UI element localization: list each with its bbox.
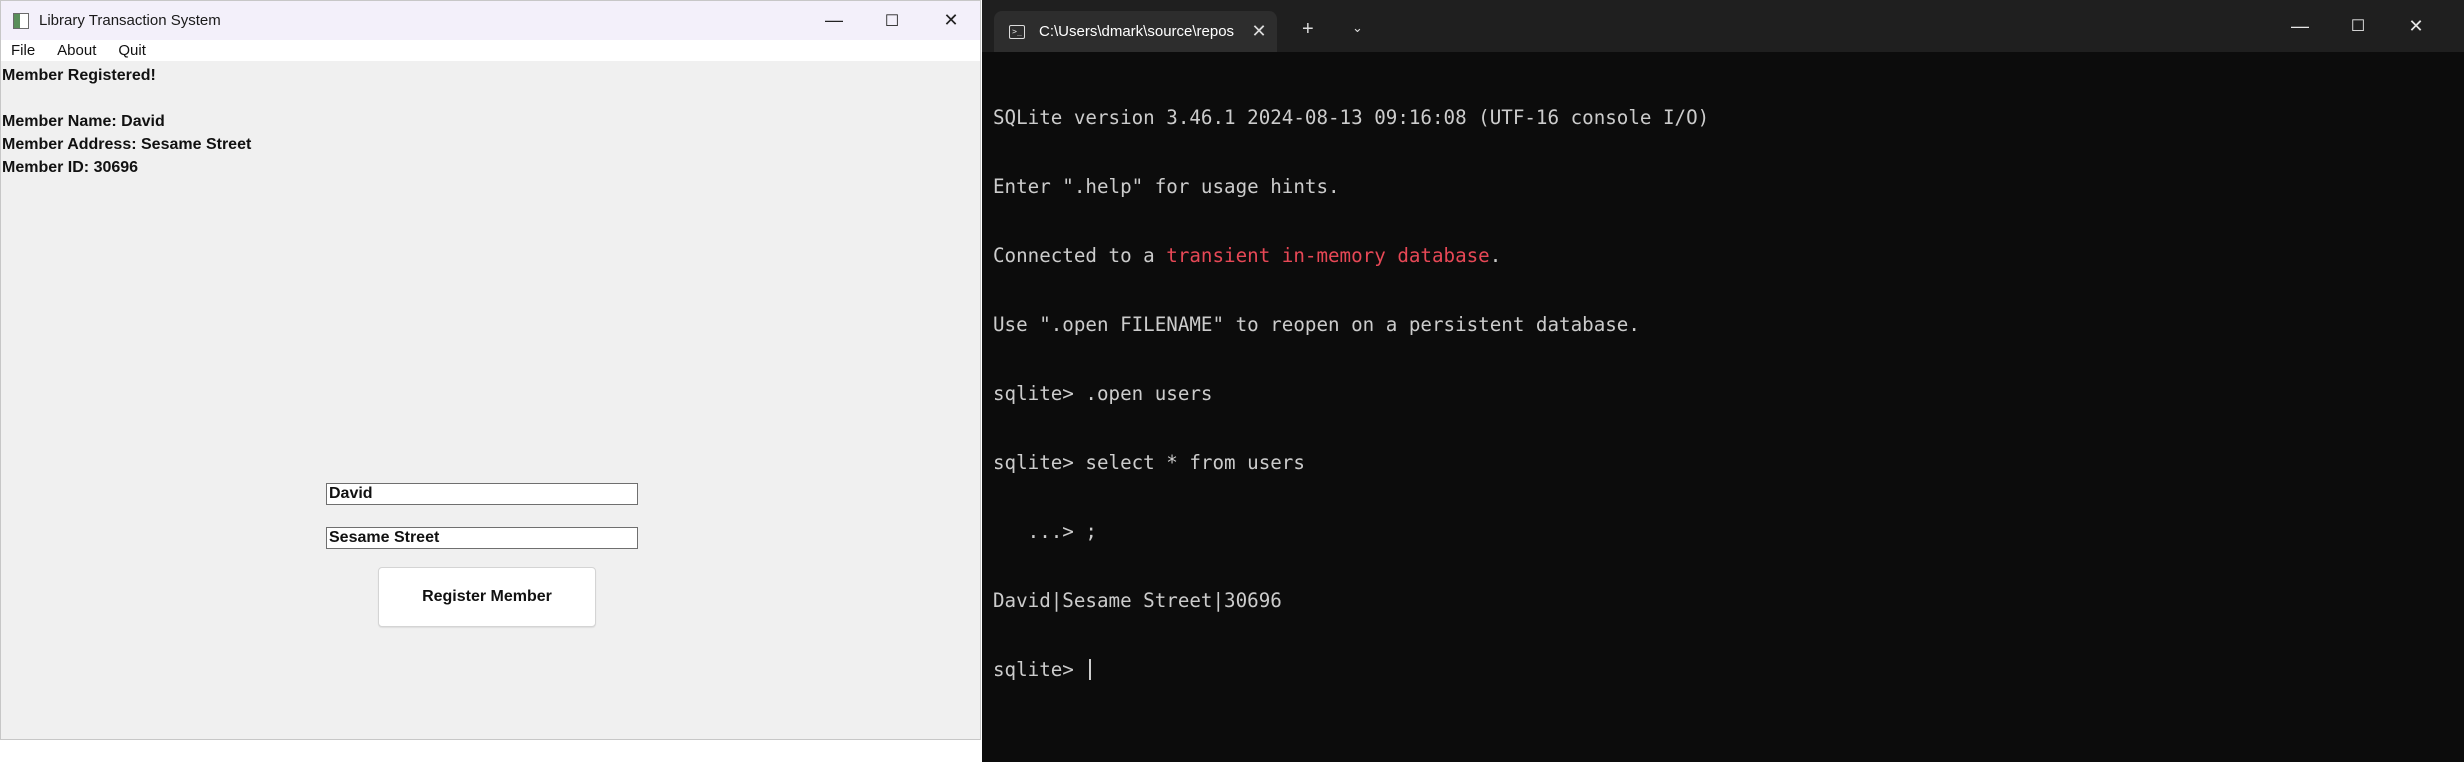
- console-text: .: [1489, 244, 1502, 267]
- console-line: ...> ;: [993, 520, 1097, 543]
- member-address-line: Member Address: Sesame Street: [2, 136, 252, 153]
- app-titlebar[interactable]: Library Transaction System — ☐ ✕: [1, 1, 980, 40]
- maximize-icon[interactable]: ☐: [863, 1, 921, 40]
- status-message: Member Registered!: [2, 67, 156, 84]
- console-line: Use ".open FILENAME" to reopen on a pers…: [993, 313, 1640, 336]
- text-cursor: [1089, 659, 1092, 680]
- menu-file[interactable]: File: [11, 42, 35, 59]
- registration-output: Member Registered! Member Name: David Me…: [2, 64, 251, 179]
- app-menubar: File About Quit: [1, 40, 980, 61]
- terminal-minimize-icon[interactable]: —: [2271, 0, 2329, 52]
- close-icon[interactable]: ✕: [922, 1, 980, 40]
- console-text: Connected to a: [993, 244, 1167, 267]
- console-line: Connected to a transient in-memory datab…: [993, 244, 1709, 267]
- console-line: SQLite version 3.46.1 2024-08-13 09:16:0…: [993, 106, 1710, 129]
- terminal-tab[interactable]: >_ C:\Users\dmark\source\repos ✕: [994, 11, 1277, 52]
- terminal-tab-title: C:\Users\dmark\source\repos: [1039, 23, 1235, 40]
- minimize-icon[interactable]: —: [805, 1, 863, 40]
- terminal-close-icon[interactable]: ✕: [2387, 0, 2445, 52]
- terminal-maximize-icon[interactable]: ☐: [2329, 0, 2387, 52]
- menu-about[interactable]: About: [57, 42, 96, 59]
- console-line: sqlite> select * from users: [993, 451, 1305, 474]
- console-line: David|Sesame Street|30696: [993, 589, 1282, 612]
- register-member-button[interactable]: Register Member: [378, 567, 596, 627]
- new-tab-icon[interactable]: +: [1302, 18, 1314, 41]
- chevron-down-icon[interactable]: ⌄: [1352, 20, 1363, 36]
- member-name-input[interactable]: [326, 483, 638, 505]
- tab-close-icon[interactable]: ✕: [1241, 21, 1277, 42]
- member-id-line: Member ID: 30696: [2, 159, 139, 176]
- window-app-icon: [13, 12, 29, 29]
- terminal-tabstrip[interactable]: >_ C:\Users\dmark\source\repos ✕ + ⌄ — ☐…: [982, 0, 2464, 52]
- console-line: sqlite> .open users: [993, 382, 1213, 405]
- console-prompt-line[interactable]: sqlite>: [993, 658, 1709, 681]
- terminal-console[interactable]: SQLite version 3.46.1 2024-08-13 09:16:0…: [993, 60, 1709, 727]
- terminal-icon: >_: [1009, 24, 1025, 39]
- library-app-window: Library Transaction System — ☐ ✕ File Ab…: [0, 0, 981, 740]
- console-line: Enter ".help" for usage hints.: [993, 175, 1340, 198]
- console-highlight-text: transient in-memory database: [1166, 244, 1490, 267]
- terminal-window: >_ C:\Users\dmark\source\repos ✕ + ⌄ — ☐…: [982, 0, 2464, 762]
- console-prompt: sqlite>: [993, 658, 1086, 681]
- member-name-line: Member Name: David: [2, 113, 165, 130]
- member-address-input[interactable]: [326, 527, 638, 549]
- app-window-title: Library Transaction System: [39, 12, 221, 29]
- menu-quit[interactable]: Quit: [118, 42, 146, 59]
